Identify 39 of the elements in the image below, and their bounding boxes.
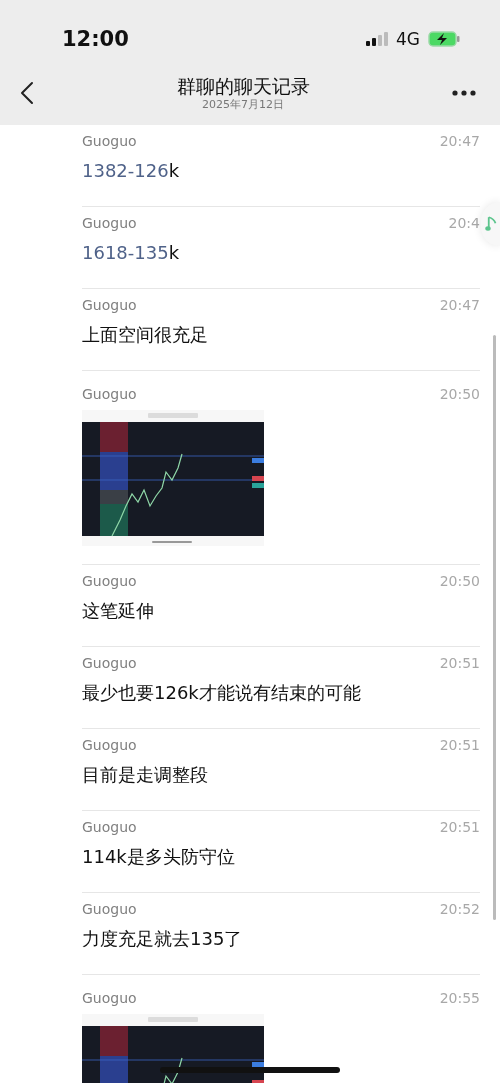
- status-time: 12:00: [62, 27, 129, 51]
- message-text: 这笔延伸: [82, 599, 154, 623]
- sender-name: Guoguo: [82, 572, 137, 591]
- message-time: 20:4: [448, 214, 480, 233]
- sender-name: Guoguo: [82, 132, 137, 151]
- message-time: 20:47: [439, 132, 480, 151]
- message-time: 20:55: [439, 989, 480, 1008]
- message-text: 力度充足就去135了: [82, 927, 243, 951]
- sender-name: Guoguo: [82, 296, 137, 315]
- message-text: 114k是多头防守位: [82, 845, 235, 869]
- sender-name: Guoguo: [82, 214, 137, 233]
- chat-title: 群聊的聊天记录: [176, 74, 310, 98]
- more-icon[interactable]: [452, 90, 476, 96]
- message-text: 目前是走调整段: [82, 763, 208, 787]
- message-time: 20:51: [439, 736, 480, 755]
- message-time: 20:47: [439, 296, 480, 315]
- message-time: 20:50: [439, 572, 480, 591]
- sender-name: Guoguo: [82, 385, 137, 404]
- network-label: 4G: [396, 29, 420, 49]
- sender-name: Guoguo: [82, 818, 137, 837]
- message-time: 20:51: [439, 654, 480, 673]
- message-time: 20:50: [439, 385, 480, 404]
- message-text: 1618-135k: [82, 241, 180, 265]
- sender-name: Guoguo: [82, 736, 137, 755]
- sender-name: Guoguo: [82, 654, 137, 673]
- back-icon[interactable]: [20, 81, 34, 105]
- sender-name: Guoguo: [82, 900, 137, 919]
- battery-charging-icon: [428, 31, 460, 47]
- message-time: 20:51: [439, 818, 480, 837]
- signal-icon: [366, 32, 388, 46]
- music-note-icon: [484, 215, 497, 233]
- phone-link[interactable]: 1382-126: [82, 160, 169, 181]
- message-text: 最少也要126k才能说有结束的可能: [82, 681, 361, 705]
- message-text: 1382-126k: [82, 159, 180, 183]
- message-time: 20:52: [439, 900, 480, 919]
- sender-name: Guoguo: [82, 989, 137, 1008]
- message-text: 上面空间很充足: [82, 323, 208, 347]
- phone-link[interactable]: 1618-135: [82, 242, 169, 263]
- chat-date: 2025年7月12日: [202, 98, 284, 112]
